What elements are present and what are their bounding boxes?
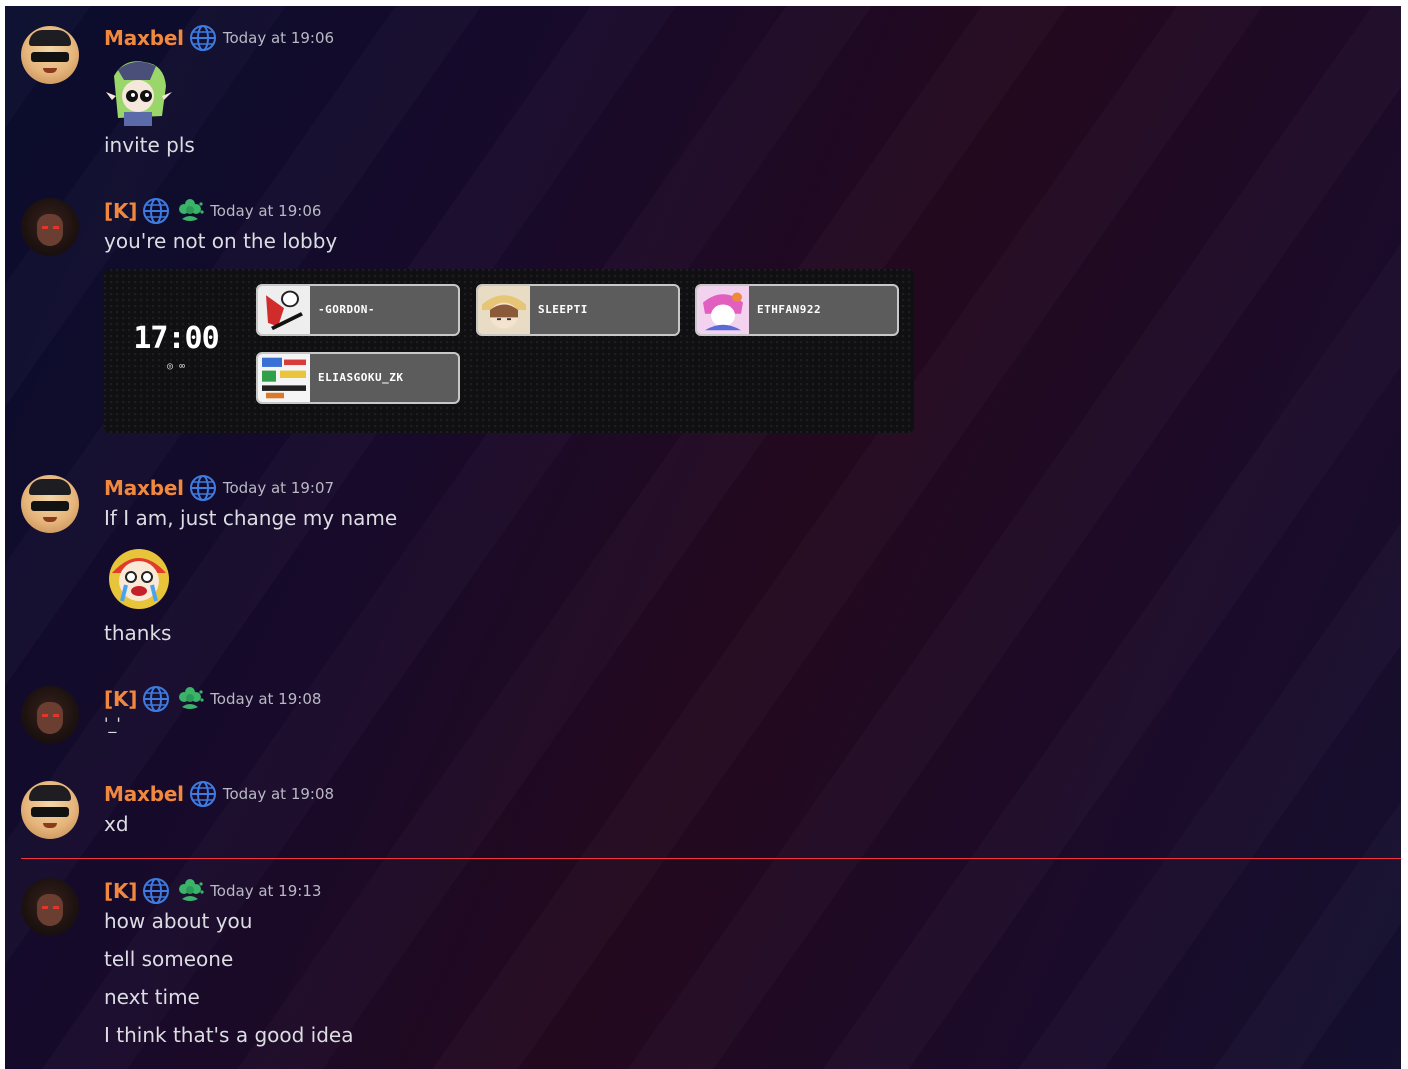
lobby-clock: 17:00	[133, 321, 219, 356]
timestamp[interactable]: Today at 19:06	[210, 202, 321, 220]
lobby-card-image[interactable]: 17:00 ◎ ∞ -GORDON- SLEEPTI ETHFAN922 ELI…	[104, 269, 914, 433]
globe-icon[interactable]	[142, 877, 170, 905]
timestamp[interactable]: Today at 19:08	[223, 785, 334, 803]
timestamp[interactable]: Today at 19:06	[223, 29, 334, 47]
author-name[interactable]: Maxbel	[104, 782, 184, 806]
player-avatar	[478, 286, 530, 334]
player-avatar	[258, 286, 310, 334]
message-text: tell someone	[104, 947, 234, 971]
message-text: thanks	[104, 621, 172, 645]
bloom-icon[interactable]	[176, 197, 204, 225]
timestamp[interactable]: Today at 19:08	[210, 690, 321, 708]
player-name: ETHFAN922	[757, 303, 822, 316]
author-name[interactable]: Maxbel	[104, 26, 184, 50]
elf-with-glasses-sticker[interactable]	[104, 56, 174, 126]
new-messages-divider	[21, 858, 1401, 859]
message-text: how about you	[104, 909, 253, 933]
globe-icon[interactable]	[189, 474, 217, 502]
chat-area: Maxbel Today at 19:06 invite pls [K] Tod…	[5, 6, 1401, 1069]
author-name[interactable]: [K]	[104, 199, 137, 223]
lobby-player-card: -GORDON-	[256, 284, 460, 336]
timestamp[interactable]: Today at 19:13	[210, 882, 321, 900]
bloom-icon[interactable]	[176, 877, 204, 905]
avatar[interactable]	[21, 475, 79, 533]
player-avatar	[258, 354, 310, 402]
lobby-player-card: ELIASGOKU_ZK	[256, 352, 460, 404]
avatar[interactable]	[21, 198, 79, 256]
crying-clown-sticker[interactable]	[104, 543, 174, 613]
lobby-player-card: SLEEPTI	[476, 284, 680, 336]
player-name: ELIASGOKU_ZK	[318, 371, 404, 384]
player-name: SLEEPTI	[538, 303, 588, 316]
lobby-clock-sub: ◎ ∞	[166, 361, 186, 372]
avatar[interactable]	[21, 26, 79, 84]
author-name[interactable]: Maxbel	[104, 476, 184, 500]
globe-icon[interactable]	[142, 685, 170, 713]
avatar[interactable]	[21, 686, 79, 744]
author-name[interactable]: [K]	[104, 879, 137, 903]
author-name[interactable]: [K]	[104, 687, 137, 711]
globe-icon[interactable]	[189, 780, 217, 808]
message-text: you're not on the lobby	[104, 229, 338, 253]
bloom-icon[interactable]	[176, 685, 204, 713]
avatar[interactable]	[21, 878, 79, 936]
avatar[interactable]	[21, 781, 79, 839]
player-avatar	[697, 286, 749, 334]
message-text: invite pls	[104, 133, 195, 157]
globe-icon[interactable]	[189, 24, 217, 52]
message-text: '_'	[104, 714, 121, 733]
message-text: If I am, just change my name	[104, 506, 398, 530]
message-text: I think that's a good idea	[104, 1023, 354, 1047]
message-text: next time	[104, 985, 200, 1009]
globe-icon[interactable]	[142, 197, 170, 225]
lobby-player-card: ETHFAN922	[695, 284, 899, 336]
message-text: xd	[104, 812, 129, 836]
player-name: -GORDON-	[318, 303, 375, 316]
timestamp[interactable]: Today at 19:07	[223, 479, 334, 497]
